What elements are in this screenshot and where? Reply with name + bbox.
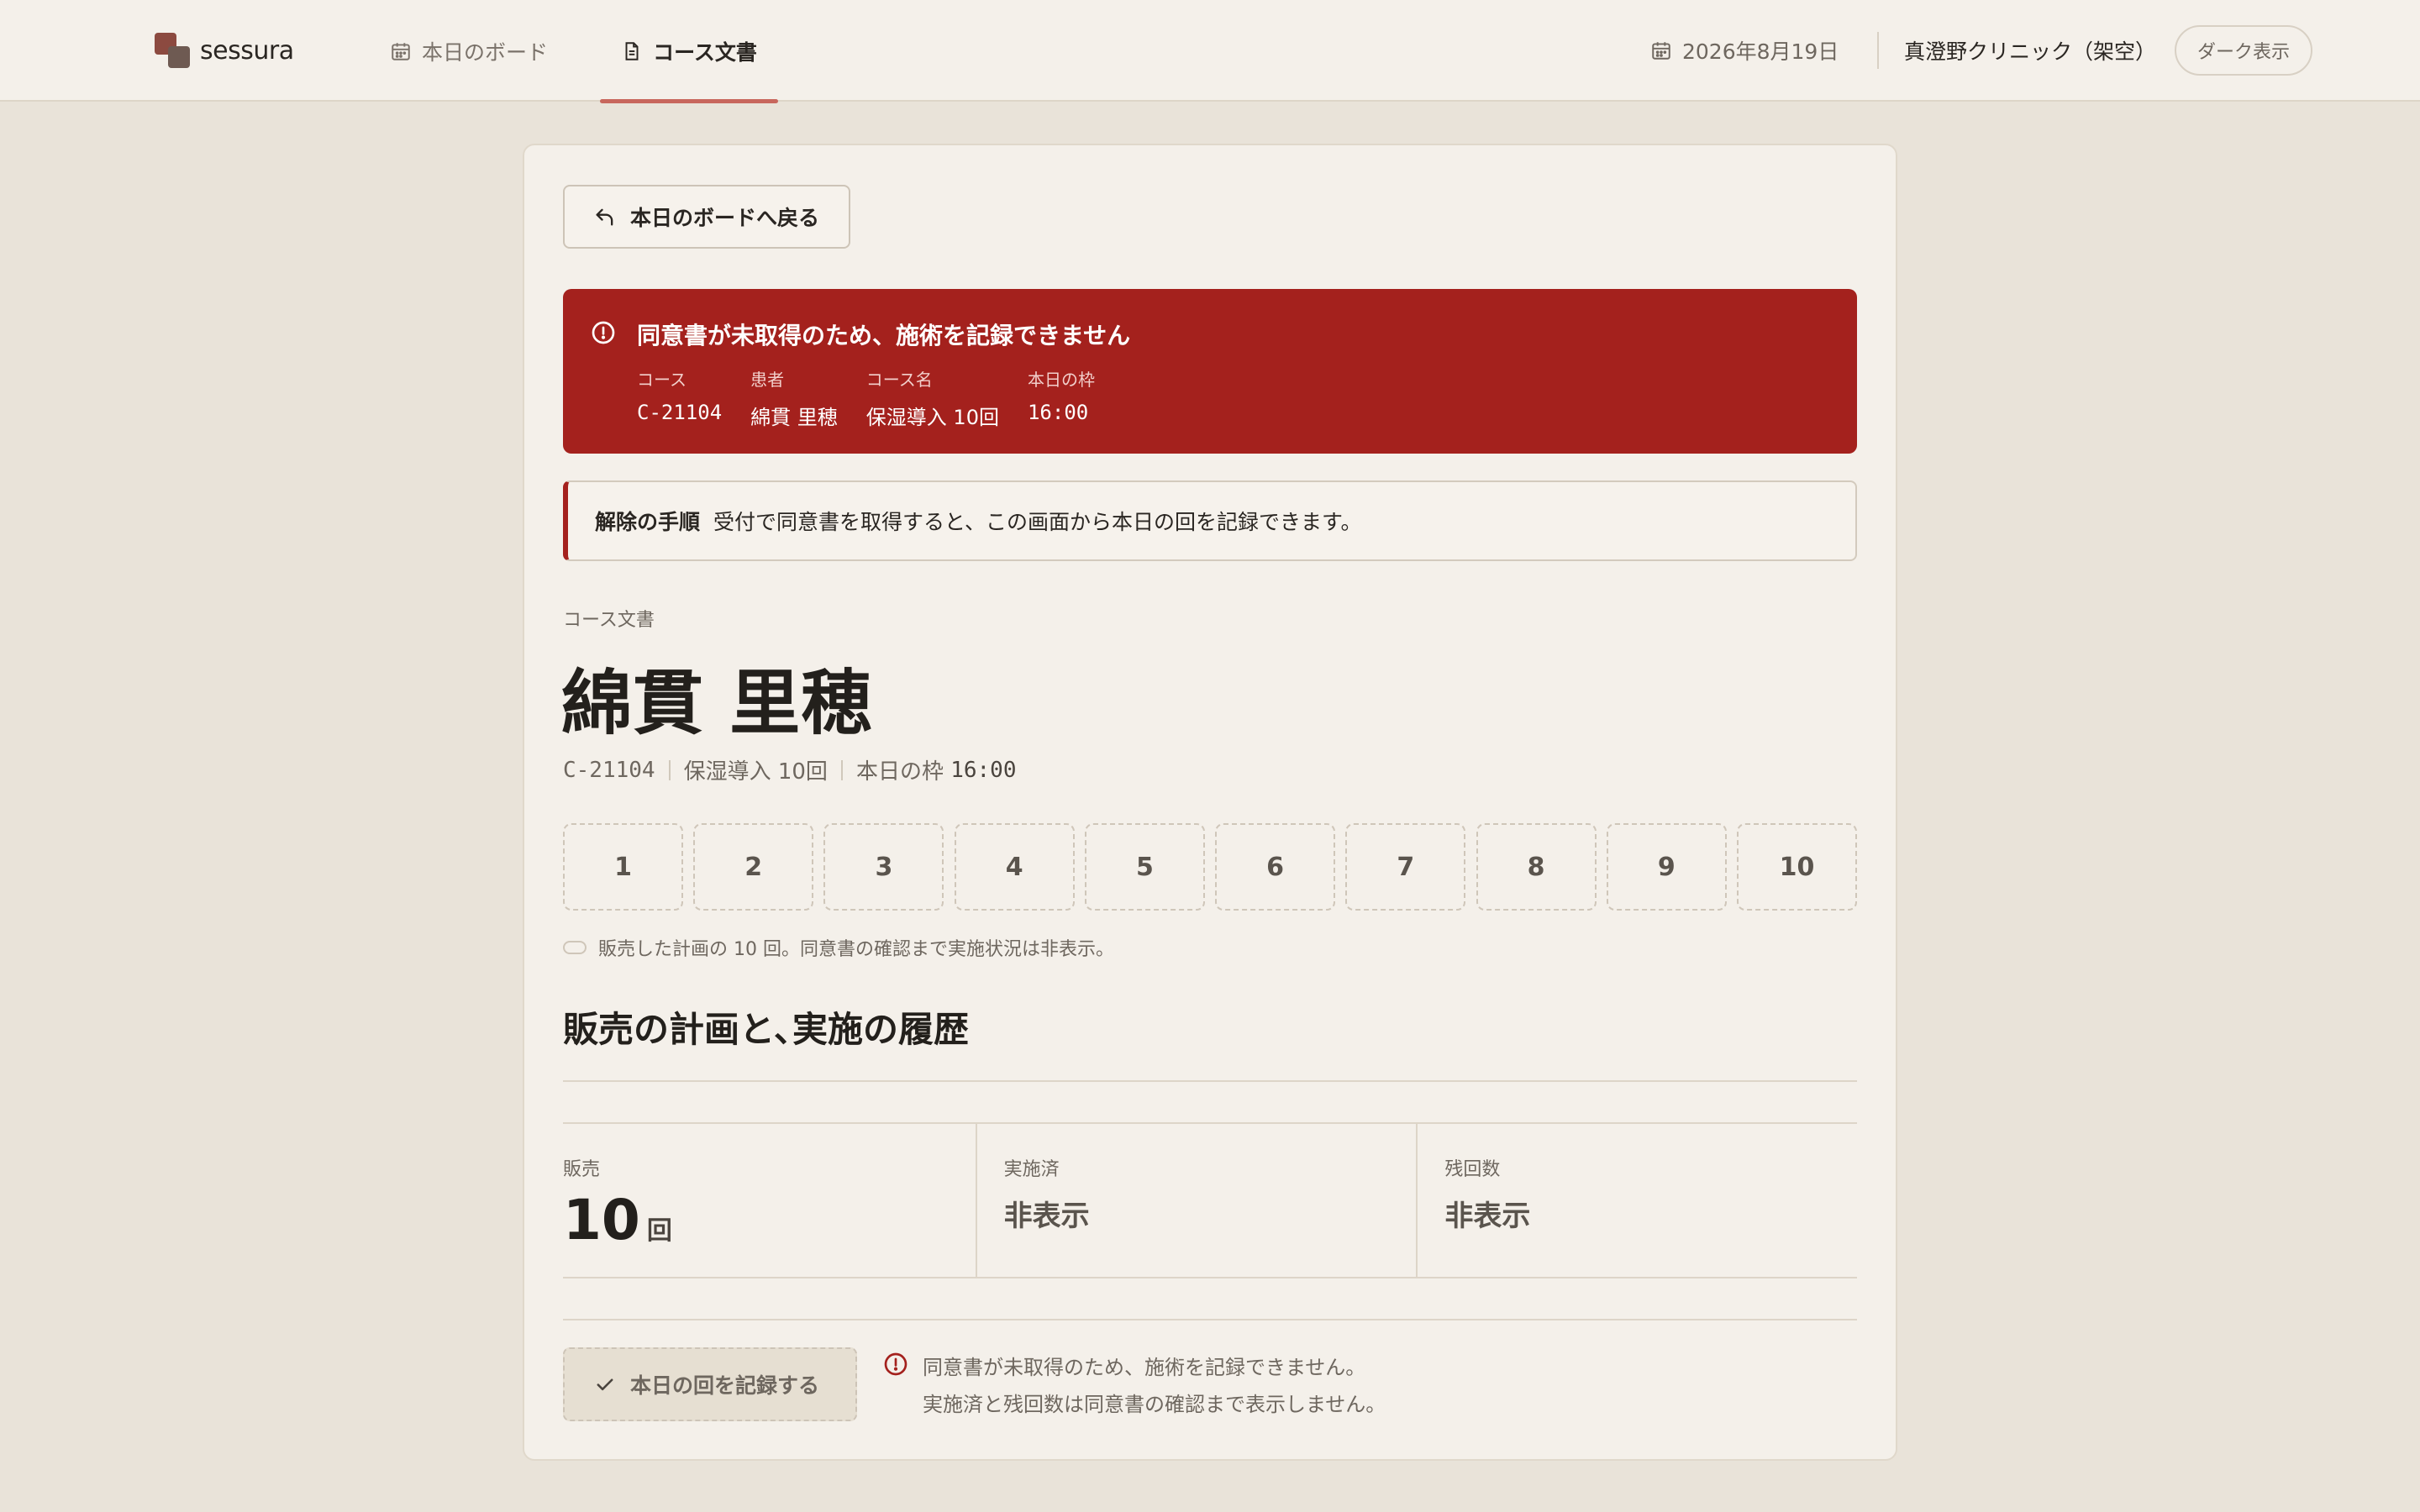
stat-unit: 回	[646, 1216, 672, 1246]
header-date-text: 2026年8月19日	[1682, 39, 1839, 64]
calendar-icon	[392, 42, 410, 60]
session-slot: 3	[823, 823, 944, 911]
meta-separator	[668, 759, 671, 780]
calendar-icon	[1652, 42, 1670, 60]
dark-mode-toggle[interactable]: ダーク表示	[2175, 25, 2312, 76]
record-note-line: 実施済と残回数は同意書の確認まで表示しません。	[923, 1393, 1386, 1416]
stat-completed: 実施済 非表示	[975, 1124, 1417, 1277]
resolution-text: 受付で同意書を取得すると、この画面から本日の回を記録できます。	[713, 510, 1362, 534]
session-slot: 8	[1476, 823, 1597, 911]
legend-pill-icon	[563, 941, 587, 954]
tab-label: コース文書	[653, 39, 757, 65]
header-divider	[1877, 32, 1879, 69]
alert-fields: コース C-21104 患者 綿貫 里穂 コース名 保湿導入 10回 本日の枠 …	[637, 366, 1123, 430]
tab-course-documents[interactable]: コース文書	[600, 0, 778, 103]
slot-time: 16:00	[950, 757, 1017, 783]
resolution-key: 解除の手順	[595, 510, 701, 534]
slot-label: 本日の枠	[855, 759, 944, 785]
session-slot: 10	[1736, 823, 1857, 911]
tab-label: 本日のボード	[422, 39, 549, 65]
alert-field-slot: 本日の枠 16:00	[1028, 366, 1095, 430]
alert-field-label: 本日の枠	[1027, 370, 1095, 390]
stat-value: 10	[563, 1188, 640, 1252]
session-slot: 1	[563, 823, 683, 911]
record-disabled-note: 同意書が未取得のため、施術を記録できません。 実施済と残回数は同意書の確認まで表…	[882, 1349, 1386, 1423]
legend-text: 販売した計画の 10 回。同意書の確認まで実施状況は非表示。	[598, 939, 1114, 960]
record-session-button[interactable]: 本日の回を記録する	[563, 1347, 857, 1421]
stat-value: 非表示	[1003, 1200, 1090, 1233]
session-grid: 1 2 3 4 5 6 7 8 9 10	[563, 823, 1857, 911]
divider	[563, 1277, 1857, 1278]
brand-name: sessura	[200, 35, 294, 66]
course-id: C-21104	[563, 757, 655, 783]
stat-label: 販売	[563, 1159, 601, 1180]
session-slot: 7	[1345, 823, 1466, 911]
record-button-label: 本日の回を記録する	[630, 1373, 820, 1398]
alert-field-value: 保湿導入 10回	[865, 406, 999, 429]
consent-missing-alert: 同意書が未取得のため、施術を記録できません コース C-21104 患者 綿貫 …	[563, 289, 1857, 454]
alert-field-value: C-21104	[637, 401, 723, 424]
resolution-steps: 解除の手順 受付で同意書を取得すると、この画面から本日の回を記録できます。	[563, 480, 1857, 561]
stat-sold: 販売 10 回	[563, 1124, 976, 1277]
record-note-line: 同意書が未取得のため、施術を記録できません。	[923, 1356, 1366, 1379]
session-slot: 4	[954, 823, 1075, 911]
alert-field-label: コース	[637, 370, 687, 390]
section-title: 販売の計画と､実施の履歴	[563, 1009, 970, 1050]
alert-field-label: コース名	[865, 370, 933, 390]
tab-todays-board[interactable]: 本日のボード	[390, 0, 548, 102]
alert-title: 同意書が未取得のため、施術を記録できません	[637, 322, 1131, 349]
back-to-board-button[interactable]: 本日のボードへ戻る	[563, 185, 850, 249]
brand-mark-icon	[155, 33, 192, 68]
alert-field-value: 16:00	[1027, 401, 1089, 424]
course-name: 保湿導入 10回	[683, 759, 828, 785]
meta-separator	[840, 759, 843, 780]
stat-remaining: 残回数 非表示	[1416, 1124, 1857, 1277]
header-date: 2026年8月19日	[1650, 34, 1839, 67]
document-icon	[625, 41, 639, 60]
course-meta: C-21104 保湿導入 10回 本日の枠 16:00	[563, 754, 1017, 785]
back-button-label: 本日のボードへ戻る	[630, 206, 820, 230]
alert-field-label: 患者	[750, 370, 785, 390]
brand-logo[interactable]: sessura	[155, 32, 294, 69]
page-eyebrow: コース文書	[563, 610, 655, 631]
session-slot: 6	[1215, 823, 1336, 911]
alert-field-patient: 患者 綿貫 里穂	[750, 366, 838, 430]
divider	[563, 1080, 1857, 1082]
alert-field-course-name: コース名 保湿導入 10回	[866, 366, 999, 430]
session-slot: 9	[1606, 823, 1727, 911]
patient-name-title: 綿貫 里穂	[561, 662, 873, 744]
divider	[563, 1319, 1857, 1320]
stat-label: 実施済	[1003, 1159, 1060, 1180]
alert-field-course: コース C-21104	[637, 366, 722, 430]
alert-circle-icon	[884, 1352, 908, 1376]
top-bar: sessura 本日のボード コース文書 2026年8月19日 真澄野クリニック…	[0, 0, 2420, 103]
stat-label: 残回数	[1444, 1159, 1501, 1180]
session-slot: 2	[693, 823, 814, 911]
return-arrow-icon	[596, 208, 613, 226]
session-slot: 5	[1084, 823, 1205, 911]
alert-field-value: 綿貫 里穂	[750, 406, 838, 429]
stat-value: 非表示	[1444, 1200, 1531, 1233]
alert-circle-icon	[592, 321, 615, 344]
sessions-legend: 販売した計画の 10 回。同意書の確認まで実施状況は非表示。	[563, 934, 1114, 961]
clinic-name: 真澄野クリニック（架空）	[1904, 39, 2157, 64]
stats-row: 販売 10 回 実施済 非表示 残回数 非表示	[563, 1124, 1857, 1277]
check-icon	[597, 1378, 613, 1391]
